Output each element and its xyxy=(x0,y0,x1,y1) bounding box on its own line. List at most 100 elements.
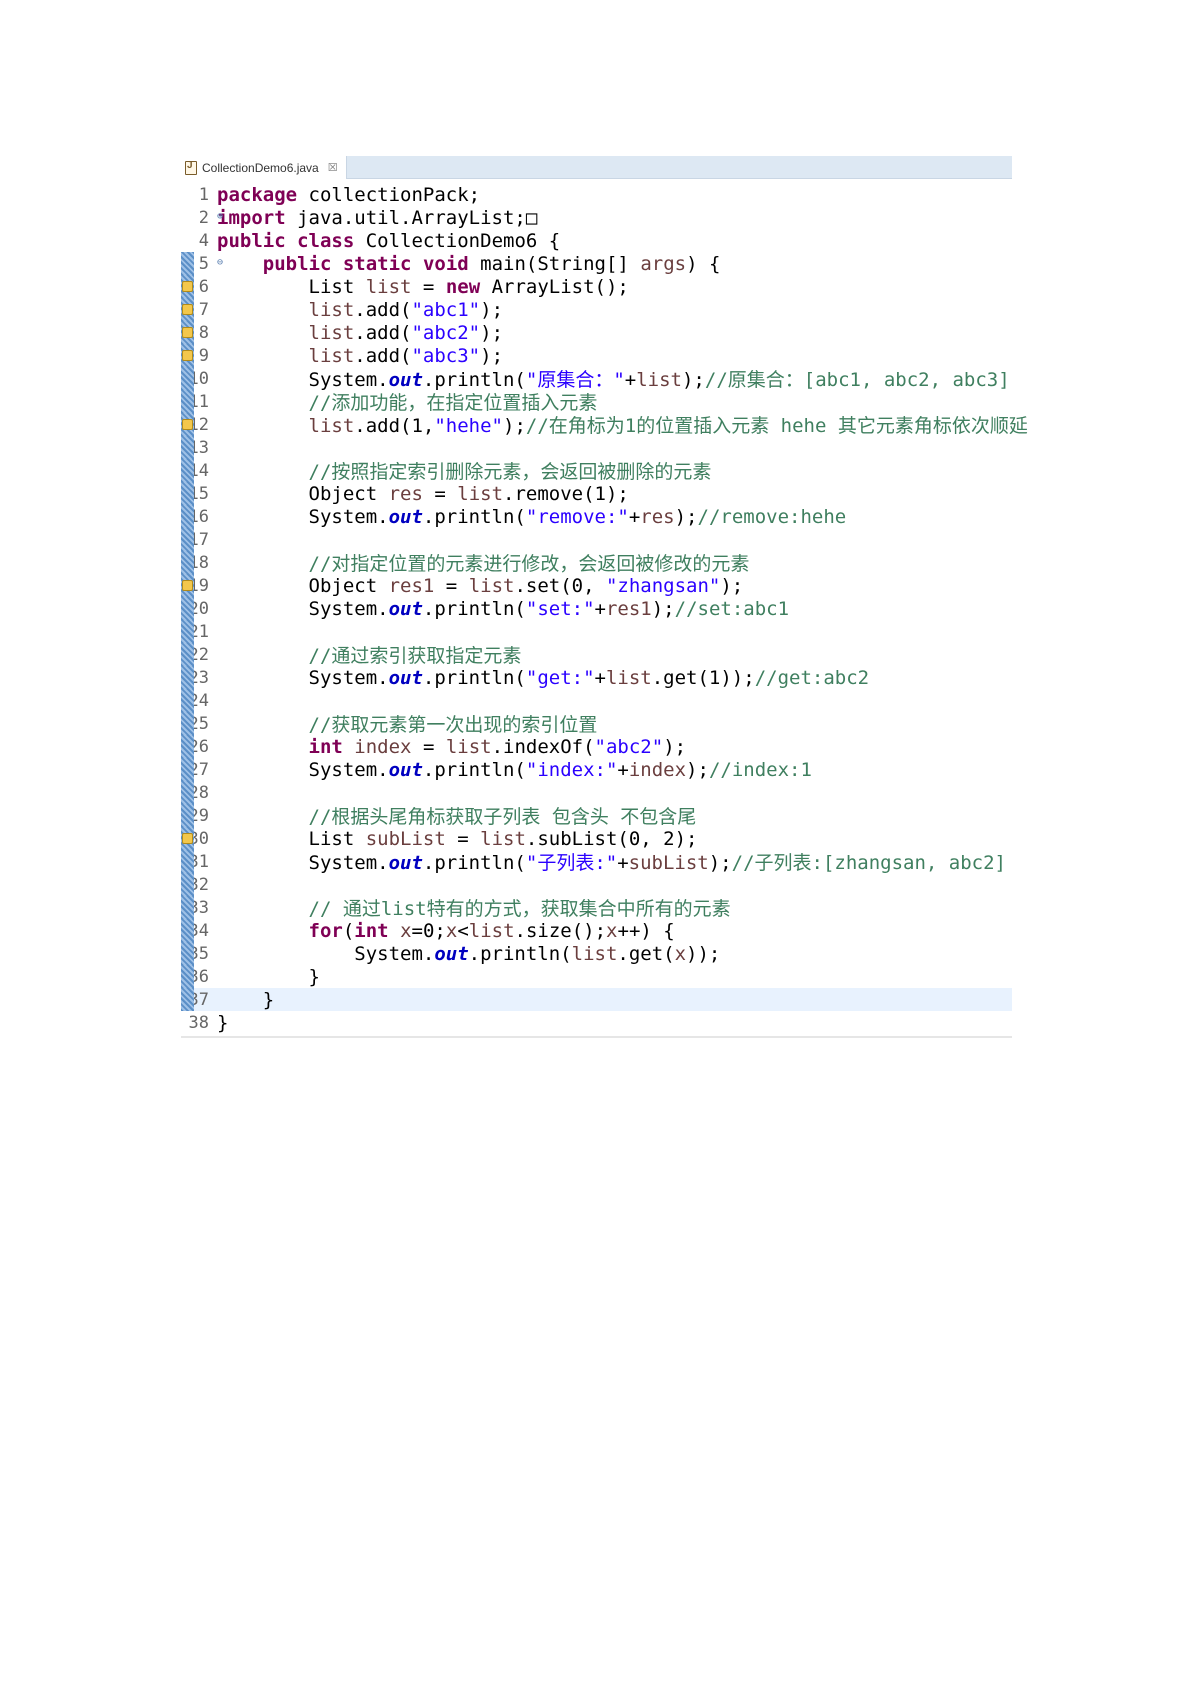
code-line[interactable]: 17 xyxy=(181,528,1012,551)
code-line[interactable]: 10 System.out.println("原集合："+list);//原集合… xyxy=(181,367,1012,391)
code-text[interactable]: int index = list.indexOf("abc2"); xyxy=(217,736,687,758)
code-text[interactable]: List subList = list.subList(0, 2); xyxy=(217,828,698,850)
code-text[interactable]: for(int x=0;x<list.size();x++) { xyxy=(217,920,675,942)
java-file-icon xyxy=(185,160,197,175)
code-text[interactable]: } xyxy=(217,989,274,1011)
warning-marker-icon[interactable] xyxy=(182,580,193,591)
code-line[interactable]: 18 //对指定位置的元素进行修改，会返回被修改的元素 xyxy=(181,549,1012,576)
warning-marker-icon[interactable] xyxy=(182,281,193,292)
code-line[interactable]: 12 list.add(1,"hehe");//在角标为1的位置插入元素 heh… xyxy=(181,413,1028,437)
code-line[interactable]: 34 for(int x=0;x<list.size();x++) { xyxy=(181,919,1012,942)
change-ruler xyxy=(181,183,194,206)
change-ruler xyxy=(181,505,194,528)
code-line[interactable]: 2 ⊕ import java.util.ArrayList;□ xyxy=(181,206,1012,229)
change-ruler xyxy=(181,873,194,896)
code-line[interactable]: 8 list.add("abc2"); xyxy=(181,321,1012,344)
code-line[interactable]: 11 //添加功能，在指定位置插入元素 xyxy=(181,390,1012,414)
warning-marker-icon[interactable] xyxy=(182,304,193,315)
code-text[interactable]: list.add("abc3"); xyxy=(217,345,504,367)
code-line[interactable]: 33 // 通过list特有的方式，获取集合中所有的元素 xyxy=(181,894,1012,921)
code-text[interactable]: // 通过list特有的方式，获取集合中所有的元素 xyxy=(217,894,731,921)
change-ruler xyxy=(181,666,194,689)
code-line[interactable]: 25 //获取元素第一次出现的索引位置 xyxy=(181,710,1012,737)
code-line[interactable]: 22 //通过索引获取指定元素 xyxy=(181,641,1012,668)
fold-toggle-icon[interactable]: ⊖ xyxy=(217,257,223,268)
code-text[interactable]: List list = new ArrayList(); xyxy=(217,276,629,298)
tab-collectiondemo6[interactable]: CollectionDemo6.java ☒ xyxy=(181,156,347,179)
code-text[interactable]: package collectionPack; xyxy=(217,184,480,206)
code-line[interactable]: 27 System.out.println("index:"+index);//… xyxy=(181,758,1012,781)
change-ruler xyxy=(181,919,194,942)
code-text[interactable]: } xyxy=(217,966,320,988)
code-text[interactable]: System.out.println("get:"+list.get(1));/… xyxy=(217,667,870,689)
code-line[interactable]: 14 //按照指定索引删除元素，会返回被删除的元素 xyxy=(181,457,1012,484)
code-line[interactable]: 37 } xyxy=(181,988,1012,1011)
code-line[interactable]: 1 package collectionPack; xyxy=(181,183,1012,206)
code-text[interactable]: //根据头尾角标获取子列表 包含头 不包含尾 xyxy=(217,802,697,829)
code-line[interactable]: 5 ⊖ public static void main(String[] args… xyxy=(181,252,1012,275)
fold-toggle-icon[interactable]: ⊕ xyxy=(217,211,223,222)
code-line[interactable]: 24 xyxy=(181,689,1012,712)
change-ruler xyxy=(181,620,194,643)
change-ruler xyxy=(181,758,194,781)
code-text[interactable]: //通过索引获取指定元素 xyxy=(217,641,522,668)
code-text[interactable]: list.add(1,"hehe");//在角标为1的位置插入元素 hehe 其… xyxy=(217,411,1028,438)
change-ruler xyxy=(181,781,194,804)
change-ruler xyxy=(181,850,194,873)
code-text[interactable]: System.out.println("remove:"+res);//remo… xyxy=(217,506,847,528)
code-text[interactable]: } xyxy=(217,1012,228,1034)
code-text[interactable]: System.out.println("set:"+res1);//set:ab… xyxy=(217,598,790,620)
change-ruler xyxy=(181,988,194,1011)
change-ruler xyxy=(181,804,194,827)
code-text[interactable]: import java.util.ArrayList;□ xyxy=(217,207,537,229)
code-line[interactable]: 15 Object res = list.remove(1); xyxy=(181,482,1012,505)
change-ruler xyxy=(181,551,194,574)
code-line[interactable]: 38} xyxy=(181,1011,1012,1034)
change-ruler xyxy=(181,942,194,965)
change-ruler xyxy=(181,367,194,390)
code-line[interactable]: 16 System.out.println("remove:"+res);//r… xyxy=(181,505,1012,528)
code-text[interactable]: list.add("abc1"); xyxy=(217,299,504,321)
code-line[interactable]: 35 System.out.println(list.get(x)); xyxy=(181,942,1012,965)
code-line[interactable]: 20 System.out.println("set:"+res1);//set… xyxy=(181,597,1012,620)
warning-marker-icon[interactable] xyxy=(182,833,193,844)
code-text[interactable]: //获取元素第一次出现的索引位置 xyxy=(217,710,598,737)
warning-marker-icon[interactable] xyxy=(182,419,193,430)
change-ruler xyxy=(181,896,194,919)
code-text[interactable]: System.out.println("子列表:"+subList);//子列表… xyxy=(217,848,1006,875)
warning-marker-icon[interactable] xyxy=(182,350,193,361)
code-text[interactable]: System.out.println("index:"+index);//ind… xyxy=(217,759,812,781)
warning-marker-icon[interactable] xyxy=(182,327,193,338)
code-line[interactable]: 19 Object res1 = list.set(0, "zhangsan")… xyxy=(181,574,1012,597)
code-line[interactable]: 23 System.out.println("get:"+list.get(1)… xyxy=(181,666,1012,689)
close-icon[interactable]: ☒ xyxy=(328,161,338,174)
change-ruler xyxy=(181,229,194,252)
code-line[interactable]: 21 xyxy=(181,620,1012,643)
change-ruler xyxy=(181,482,194,505)
code-line[interactable]: 7 list.add("abc1"); xyxy=(181,298,1012,321)
code-line[interactable]: 29 //根据头尾角标获取子列表 包含头 不包含尾 xyxy=(181,802,1012,829)
code-line[interactable]: 26 int index = list.indexOf("abc2"); xyxy=(181,735,1012,758)
change-ruler xyxy=(181,712,194,735)
code-line[interactable]: 28 xyxy=(181,781,1012,804)
code-text[interactable]: //按照指定索引删除元素，会返回被删除的元素 xyxy=(217,457,712,484)
code-text[interactable]: Object res1 = list.set(0, "zhangsan"); xyxy=(217,575,744,597)
code-text[interactable]: public class CollectionDemo6 { xyxy=(217,230,560,252)
change-ruler xyxy=(181,436,194,459)
code-text[interactable]: list.add("abc2"); xyxy=(217,322,504,344)
code-line[interactable]: 6 List list = new ArrayList(); xyxy=(181,275,1012,298)
code-area[interactable]: 1 package collectionPack; 2 ⊕ import java.ut… xyxy=(181,179,1028,1034)
code-text[interactable]: //对指定位置的元素进行修改，会返回被修改的元素 xyxy=(217,549,750,576)
change-ruler xyxy=(181,643,194,666)
code-line[interactable]: 32 xyxy=(181,873,1012,896)
change-ruler xyxy=(181,528,194,551)
code-line[interactable]: 13 xyxy=(181,436,1012,459)
code-line[interactable]: 36 } xyxy=(181,965,1012,988)
code-line[interactable]: 30 List subList = list.subList(0, 2); xyxy=(181,827,1012,850)
code-text[interactable]: System.out.println(list.get(x)); xyxy=(217,943,720,965)
code-text[interactable]: public static void main(String[] args) { xyxy=(217,253,721,275)
code-line[interactable]: 31 System.out.println("子列表:"+subList);//… xyxy=(181,848,1012,875)
code-line[interactable]: 9 list.add("abc3"); xyxy=(181,344,1012,367)
code-line[interactable]: 4 public class CollectionDemo6 { xyxy=(181,229,1012,252)
code-text[interactable]: Object res = list.remove(1); xyxy=(217,483,629,505)
